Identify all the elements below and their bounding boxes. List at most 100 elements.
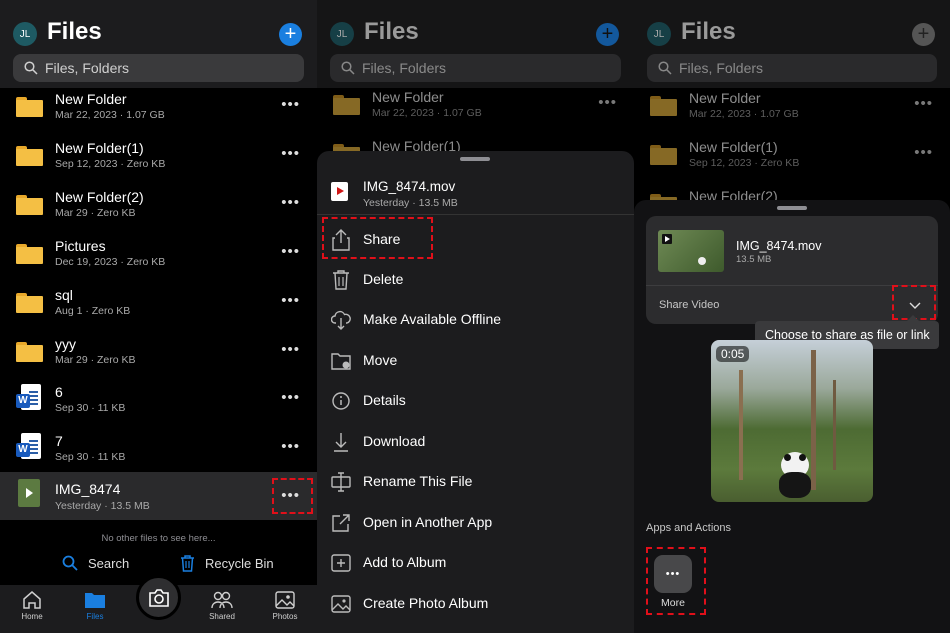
more-icon[interactable]: ••• (914, 144, 933, 161)
more-icon[interactable]: ••• (914, 95, 933, 112)
file-meta: Mar 29 · Zero KB (55, 354, 136, 366)
recycle-bin-button[interactable]: Recycle Bin (180, 555, 274, 572)
list-item[interactable]: New Folder(2) Mar 29 · Zero KB ••• (0, 187, 317, 236)
more-icon[interactable]: ••• (281, 341, 300, 358)
file-name: sql (55, 287, 73, 303)
sheet-grabber[interactable] (460, 157, 490, 161)
page-title: Files (364, 18, 419, 45)
share-screen: JL Files + Files, Folders New Folder Mar… (634, 0, 950, 633)
file-name: Pictures (55, 238, 106, 254)
file-name: New Folder (689, 90, 761, 106)
list-item[interactable]: Pictures Dec 19, 2023 · Zero KB ••• (0, 236, 317, 285)
file-name: New Folder (372, 89, 444, 105)
rename-icon (331, 472, 351, 492)
people-icon (211, 591, 233, 609)
search-icon (24, 61, 38, 75)
menu-item-rename[interactable]: Rename This File (317, 462, 634, 502)
word-doc-icon: W (16, 433, 43, 463)
menu-item-download[interactable]: Download (317, 422, 634, 462)
avatar[interactable]: JL (13, 22, 37, 46)
video-thumbnail (658, 230, 724, 272)
list-item[interactable]: New Folder(1) Sep 12, 2023 · Zero KB ••• (634, 137, 950, 186)
menu-item-details[interactable]: Details (317, 381, 634, 421)
add-button[interactable]: + (596, 23, 619, 46)
tab-files[interactable]: Files (65, 591, 125, 621)
search-bar[interactable]: Files, Folders (330, 54, 621, 82)
add-button[interactable]: + (279, 23, 302, 46)
tab-home[interactable]: Home (2, 591, 62, 621)
search-icon (658, 61, 672, 75)
list-item-selected[interactable]: IMG_8474 Yesterday · 13.5 MB ••• (0, 472, 317, 520)
more-icon[interactable]: ••• (281, 389, 300, 406)
menu-item-add-album[interactable]: Add to Album (317, 543, 634, 583)
menu-label: Open in Another App (363, 514, 493, 530)
file-name: 7 (55, 433, 63, 449)
list-item[interactable]: New Folder Mar 22, 2023 · 1.07 GB ••• (0, 89, 317, 138)
recycle-bin-label: Recycle Bin (205, 556, 274, 571)
camera-button[interactable] (136, 575, 181, 620)
info-icon (332, 392, 350, 410)
search-placeholder: Files, Folders (45, 60, 130, 76)
video-preview[interactable]: 0:05 (711, 340, 873, 502)
file-meta: Mar 22, 2023 · 1.07 GB (372, 107, 482, 119)
tab-shared[interactable]: Shared (192, 591, 252, 621)
share-file-size: 13.5 MB (736, 254, 772, 265)
list-item[interactable]: sql Aug 1 · Zero KB ••• (0, 285, 317, 334)
more-icon[interactable]: ••• (281, 145, 300, 162)
menu-item-move[interactable]: Move (317, 341, 634, 381)
more-icon[interactable]: ••• (281, 438, 300, 455)
album-add-icon (331, 554, 351, 572)
search-icon (62, 555, 78, 571)
file-meta: Yesterday · 13.5 MB (55, 500, 150, 512)
folder-icon (85, 593, 105, 608)
more-icon[interactable]: ••• (281, 243, 300, 260)
menu-label: Rename This File (363, 473, 473, 489)
menu-item-delete[interactable]: Delete (317, 260, 634, 300)
add-button[interactable]: + (912, 23, 935, 46)
list-item[interactable]: New Folder Mar 22, 2023 · 1.07 GB ••• (634, 88, 950, 137)
file-meta: Sep 30 · 11 KB (55, 451, 126, 463)
file-meta: Sep 30 · 11 KB (55, 402, 126, 414)
folder-icon (16, 244, 43, 264)
photo-album-icon (331, 595, 351, 613)
page-title: Files (681, 18, 736, 45)
more-icon[interactable]: ••• (281, 292, 300, 309)
list-item[interactable]: W 6 Sep 30 · 11 KB ••• (0, 382, 317, 431)
more-icon[interactable]: ••• (598, 94, 617, 111)
avatar[interactable]: JL (330, 22, 354, 46)
folder-icon (16, 342, 43, 362)
tab-bar: Home Files Shared Photos (0, 575, 317, 633)
list-item[interactable]: New Folder Mar 22, 2023 · 1.07 GB ••• (317, 87, 634, 136)
photo-icon (275, 591, 295, 609)
more-icon[interactable]: ••• (281, 96, 300, 113)
menu-item-create-album[interactable]: Create Photo Album (317, 584, 634, 624)
file-name: 6 (55, 384, 63, 400)
word-doc-icon: W (16, 384, 43, 414)
folder-icon (16, 146, 43, 166)
sheet-file-name: IMG_8474.mov (363, 179, 456, 194)
menu-item-offline[interactable]: Make Available Offline (317, 300, 634, 340)
list-item[interactable]: yyy Mar 29 · Zero KB ••• (0, 334, 317, 383)
divider (317, 214, 634, 215)
camera-icon (148, 588, 169, 607)
video-duration: 0:05 (716, 346, 750, 362)
sheet-grabber[interactable] (777, 206, 807, 210)
file-meta: Sep 12, 2023 · Zero KB (55, 158, 166, 170)
search-bar[interactable]: Files, Folders (647, 54, 937, 82)
menu-item-open-in[interactable]: Open in Another App (317, 503, 634, 543)
search-footer-button[interactable]: Search (62, 555, 129, 571)
tab-photos[interactable]: Photos (255, 591, 315, 621)
folder-icon (16, 195, 43, 215)
avatar[interactable]: JL (647, 22, 671, 46)
menu-label: Delete (363, 271, 404, 287)
highlight-more-button (272, 478, 313, 514)
menu-label: Move (363, 352, 398, 368)
list-item[interactable]: New Folder(1) Sep 12, 2023 · Zero KB ••• (0, 138, 317, 187)
header: JL Files + Files, Folders (317, 0, 634, 88)
highlight-share (322, 217, 433, 259)
search-bar[interactable]: Files, Folders (13, 54, 304, 82)
more-icon[interactable]: ••• (281, 194, 300, 211)
menu-label: Make Available Offline (363, 311, 502, 327)
folder-icon (333, 95, 360, 115)
file-name: IMG_8474 (55, 481, 121, 497)
